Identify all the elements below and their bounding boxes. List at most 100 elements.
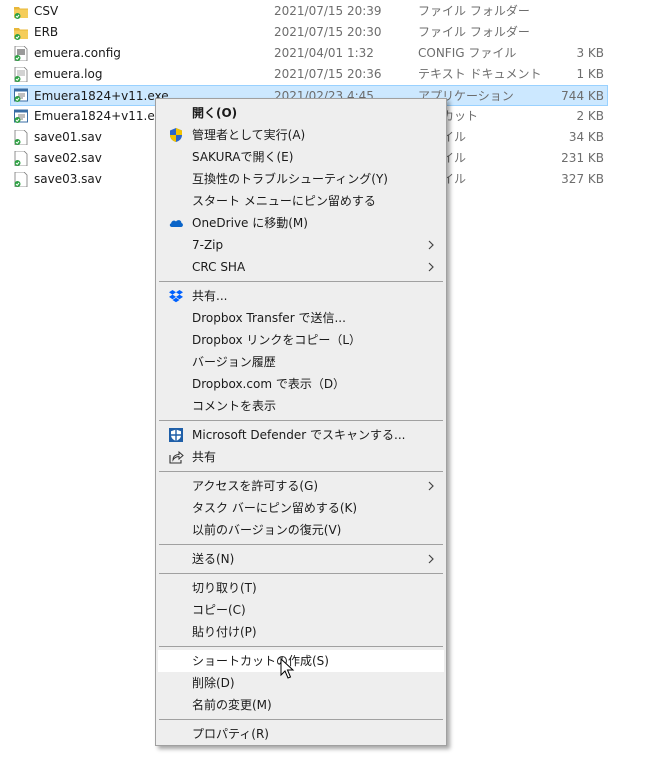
file-date: 2021/04/01 1:32	[274, 46, 374, 60]
share-icon	[169, 450, 184, 464]
menu-item-dropbox-copy-link[interactable]: Dropbox リンクをコピー（L）	[158, 329, 444, 351]
menu-item-properties[interactable]: プロパティ(R)	[158, 723, 444, 745]
sav-file-icon	[14, 151, 28, 166]
menu-separator	[159, 281, 443, 282]
file-type: テキスト ドキュメント	[418, 67, 542, 81]
file-date: 2021/07/15 20:30	[274, 25, 382, 39]
menu-item-create-shortcut[interactable]: ショートカットの作成(S)	[158, 650, 444, 672]
menu-separator	[159, 544, 443, 545]
menu-item-label: Microsoft Defender でスキャンする...	[192, 428, 406, 442]
file-size: 2 KB	[576, 109, 604, 123]
sav-file-icon	[14, 172, 28, 187]
sav-file-icon	[14, 130, 28, 145]
file-size: 34 KB	[568, 130, 604, 144]
context-menu: 開く(O) 管理者として実行(A) SAKURAで開く(E) 互換性のトラブルシ…	[155, 98, 447, 746]
menu-item-compat-troubleshoot[interactable]: 互換性のトラブルシューティング(Y)	[158, 168, 444, 190]
app-icon	[14, 88, 28, 102]
file-name: save03.sav	[34, 172, 102, 186]
menu-item-label: OneDrive に移動(M)	[192, 216, 308, 230]
menu-item-label: 切り取り(T)	[192, 581, 257, 595]
file-row-emuera-config[interactable]: emuera.config 2021/04/01 1:32 CONFIG ファイ…	[10, 43, 608, 64]
file-row-erb[interactable]: ERB 2021/07/15 20:30 ファイル フォルダー	[10, 22, 608, 43]
onedrive-cloud-icon	[169, 220, 183, 227]
menu-item-defender-scan[interactable]: Microsoft Defender でスキャンする...	[158, 424, 444, 446]
menu-item-restore-versions[interactable]: 以前のバージョンの復元(V)	[158, 519, 444, 541]
dropbox-icon	[169, 290, 183, 303]
menu-item-run-as-admin[interactable]: 管理者として実行(A)	[158, 124, 444, 146]
menu-item-crc-sha[interactable]: CRC SHA	[158, 256, 444, 278]
menu-item-onedrive-move[interactable]: OneDrive に移動(M)	[158, 212, 444, 234]
menu-item-label: Dropbox Transfer で送信...	[192, 311, 346, 325]
menu-item-label: 開く(O)	[192, 106, 238, 120]
menu-item-label: 互換性のトラブルシューティング(Y)	[192, 172, 388, 186]
menu-item-label: SAKURAで開く(E)	[192, 150, 294, 164]
menu-separator	[159, 719, 443, 720]
file-size: 231 KB	[561, 151, 604, 165]
file-row-csv[interactable]: CSV 2021/07/15 20:39 ファイル フォルダー	[10, 1, 608, 22]
uac-shield-icon	[170, 128, 182, 142]
file-name: Emuera1824+v11.exe	[34, 89, 169, 103]
menu-item-paste[interactable]: 貼り付け(P)	[158, 621, 444, 643]
file-type: ファイル フォルダー	[418, 4, 530, 18]
file-name: save01.sav	[34, 130, 102, 144]
menu-item-label: 削除(D)	[192, 676, 235, 690]
menu-item-give-access[interactable]: アクセスを許可する(G)	[158, 475, 444, 497]
menu-item-send-to[interactable]: 送る(N)	[158, 548, 444, 570]
app-icon	[14, 109, 28, 123]
menu-item-share[interactable]: 共有	[158, 446, 444, 468]
menu-item-label: 名前の変更(M)	[192, 698, 272, 712]
menu-item-rename[interactable]: 名前の変更(M)	[158, 694, 444, 716]
menu-item-pin-start[interactable]: スタート メニューにピン留めする	[158, 190, 444, 212]
menu-item-label: プロパティ(R)	[192, 727, 269, 741]
menu-item-copy[interactable]: コピー(C)	[158, 599, 444, 621]
file-type: ファイル フォルダー	[418, 25, 530, 39]
menu-item-label: Dropbox リンクをコピー（L）	[192, 333, 362, 347]
menu-item-label: 7-Zip	[192, 238, 224, 252]
menu-item-show-comments[interactable]: コメントを表示	[158, 395, 444, 417]
file-size: 1 KB	[576, 67, 604, 81]
menu-separator	[159, 420, 443, 421]
file-date: 2021/07/15 20:36	[274, 67, 382, 81]
file-name: emuera.log	[34, 67, 103, 81]
menu-item-label: CRC SHA	[192, 260, 246, 274]
file-size: 744 KB	[561, 89, 604, 103]
menu-item-label: スタート メニューにピン留めする	[192, 194, 376, 208]
menu-separator	[159, 471, 443, 472]
mouse-pointer-icon	[280, 658, 295, 679]
menu-item-label: アクセスを許可する(G)	[192, 479, 319, 493]
chevron-right-icon	[428, 554, 434, 564]
file-name: emuera.config	[34, 46, 121, 60]
file-name: CSV	[34, 4, 59, 18]
menu-item-label: 以前のバージョンの復元(V)	[192, 523, 342, 537]
file-name: ERB	[34, 25, 59, 39]
menu-item-dropbox-share[interactable]: 共有...	[158, 285, 444, 307]
file-date: 2021/07/15 20:39	[274, 4, 382, 18]
file-size: 327 KB	[561, 172, 604, 186]
menu-item-label: ショートカットの作成(S)	[192, 654, 329, 668]
menu-item-label: 貼り付け(P)	[192, 625, 257, 639]
file-type: CONFIG ファイル	[418, 46, 517, 60]
menu-item-delete[interactable]: 削除(D)	[158, 672, 444, 694]
menu-separator	[159, 573, 443, 574]
folder-icon	[14, 7, 28, 19]
menu-item-label: 管理者として実行(A)	[192, 128, 306, 142]
menu-item-label: バージョン履歴	[192, 355, 276, 369]
menu-item-sakura-open[interactable]: SAKURAで開く(E)	[158, 146, 444, 168]
menu-item-7zip[interactable]: 7-Zip	[158, 234, 444, 256]
menu-item-cut[interactable]: 切り取り(T)	[158, 577, 444, 599]
chevron-right-icon	[428, 481, 434, 491]
defender-shield-icon	[169, 428, 183, 442]
file-row-emuera-log[interactable]: emuera.log 2021/07/15 20:36 テキスト ドキュメント …	[10, 64, 608, 85]
menu-item-label: コピー(C)	[192, 603, 246, 617]
chevron-right-icon	[428, 262, 434, 272]
menu-item-dropbox-transfer[interactable]: Dropbox Transfer で送信...	[158, 307, 444, 329]
menu-item-pin-taskbar[interactable]: タスク バーにピン留めする(K)	[158, 497, 444, 519]
text-file-icon	[14, 67, 28, 82]
menu-item-label: タスク バーにピン留めする(K)	[192, 501, 358, 515]
menu-item-dropbox-view[interactable]: Dropbox.com で表示（D）	[158, 373, 444, 395]
menu-item-label: 送る(N)	[192, 552, 235, 566]
menu-item-open[interactable]: 開く(O)	[158, 102, 444, 124]
file-size: 3 KB	[576, 46, 604, 60]
menu-item-version-history[interactable]: バージョン履歴	[158, 351, 444, 373]
menu-item-label: コメントを表示	[192, 399, 277, 413]
